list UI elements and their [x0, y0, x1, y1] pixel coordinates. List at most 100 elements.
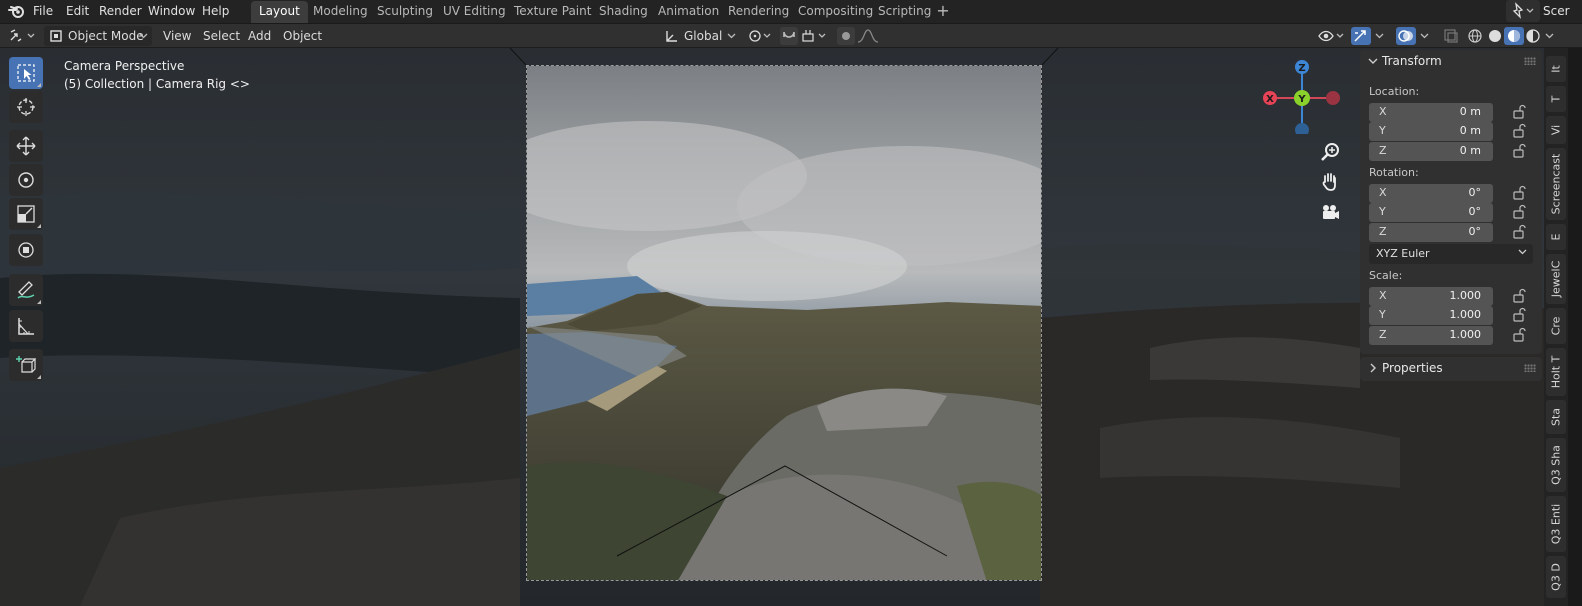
sidebar-tab-tool[interactable]: T — [1546, 86, 1566, 112]
axis-label: Z — [1379, 225, 1387, 238]
sidebar-tab-cre[interactable]: Cre — [1546, 308, 1566, 344]
sidebar-tab-q3-d[interactable]: Q3 D — [1546, 556, 1566, 598]
shading-material-button[interactable] — [1504, 27, 1524, 45]
rotation-y-field[interactable]: Y 0° — [1369, 203, 1493, 222]
sidebar-tab-view[interactable]: Vi — [1546, 116, 1566, 144]
menu-render[interactable]: Render — [93, 0, 148, 23]
proportional-editing-button[interactable] — [836, 26, 888, 46]
sidebar-tab-holt[interactable]: Holt T — [1546, 348, 1566, 396]
menu-edit[interactable]: Edit — [60, 0, 95, 23]
tab-animation[interactable]: Animation — [650, 1, 727, 23]
lock-location-y-icon[interactable] — [1511, 123, 1527, 139]
lock-scale-z-icon[interactable] — [1511, 327, 1527, 343]
tab-sculpting[interactable]: Sculpting — [369, 1, 441, 23]
lock-location-x-icon[interactable] — [1511, 104, 1527, 120]
tab-label: Q3 Enti — [1549, 503, 1563, 545]
tab-rendering[interactable]: Rendering — [720, 1, 797, 23]
navigation-gizmo[interactable]: X Z Y — [1258, 54, 1348, 134]
overlays-dropdown[interactable] — [1417, 27, 1433, 45]
lock-rotation-y-icon[interactable] — [1511, 204, 1527, 220]
tab-texture-paint[interactable]: Texture Paint — [506, 1, 599, 23]
zoom-button[interactable] — [1318, 140, 1342, 164]
lock-rotation-z-icon[interactable] — [1511, 224, 1527, 240]
transform-orientation-dropdown[interactable]: Global — [660, 26, 740, 46]
lock-scale-x-icon[interactable] — [1511, 288, 1527, 304]
pan-button[interactable] — [1318, 170, 1342, 194]
sidebar-tab-q3-sha[interactable]: Q3 Sha — [1546, 438, 1566, 492]
gizmo-neg-x[interactable] — [1326, 91, 1340, 105]
blender-logo-icon[interactable] — [8, 3, 25, 20]
annotate-tool[interactable] — [9, 274, 43, 306]
gizmo-dropdown[interactable] — [1372, 27, 1388, 45]
menu-view[interactable]: View — [157, 26, 197, 46]
camera-view-button[interactable] — [1318, 201, 1342, 225]
tab-layout[interactable]: Layout — [251, 1, 308, 23]
scene-selector-button[interactable] — [1506, 0, 1540, 22]
tab-scripting[interactable]: Scripting — [870, 1, 939, 23]
overlays-toggle[interactable] — [1396, 27, 1416, 45]
menu-file[interactable]: File — [27, 0, 59, 23]
menu-help[interactable]: Help — [196, 0, 235, 23]
location-x-field[interactable]: X 0 m — [1369, 103, 1493, 122]
move-tool[interactable] — [9, 130, 43, 162]
shading-solid-button[interactable] — [1485, 27, 1505, 45]
xray-toggle[interactable] — [1441, 27, 1461, 45]
lock-scale-y-icon[interactable] — [1511, 307, 1527, 323]
measure-tool[interactable] — [9, 310, 43, 342]
add-cube-icon — [16, 356, 36, 373]
menu-window[interactable]: Window — [142, 0, 201, 23]
lock-location-z-icon[interactable] — [1511, 143, 1527, 159]
sidebar-tab-e[interactable]: E — [1546, 224, 1566, 250]
scale-y-field[interactable]: Y 1.000 — [1369, 306, 1493, 325]
select-box-tool[interactable] — [9, 57, 43, 89]
editor-type-button[interactable] — [6, 26, 38, 46]
snapping-button[interactable] — [779, 26, 831, 46]
tab-shading[interactable]: Shading — [591, 1, 656, 23]
add-workspace-button[interactable]: + — [933, 1, 953, 23]
gizmo-neg-z[interactable] — [1295, 123, 1309, 134]
lock-rotation-x-icon[interactable] — [1511, 185, 1527, 201]
rotation-mode-dropdown[interactable]: XYZ Euler — [1369, 244, 1533, 264]
sidebar-tab-jewelc[interactable]: JewelC — [1546, 254, 1566, 304]
3d-viewport-icon — [10, 29, 35, 42]
cursor-tool[interactable] — [9, 91, 43, 123]
visibility-dropdown[interactable] — [1316, 27, 1346, 45]
sidebar-tab-q3-enti[interactable]: Q3 Enti — [1546, 496, 1566, 552]
shading-rendered-button[interactable] — [1523, 27, 1543, 45]
scale-z-field[interactable]: Z 1.000 — [1369, 326, 1493, 345]
properties-panel-header[interactable]: Properties — [1360, 357, 1542, 381]
eye-icon — [1318, 30, 1344, 42]
rotation-z-field[interactable]: Z 0° — [1369, 223, 1493, 242]
pivot-point-button[interactable] — [746, 26, 774, 46]
tab-uv-editing[interactable]: UV Editing — [435, 1, 514, 23]
menu-select[interactable]: Select — [197, 26, 246, 46]
scale-tool[interactable] — [9, 198, 43, 230]
sidebar-tab-screencast[interactable]: Screencast — [1546, 148, 1566, 220]
tab-label: E — [1549, 233, 1563, 241]
rotation-label: Rotation: — [1369, 166, 1419, 179]
shading-dropdown[interactable] — [1543, 27, 1557, 45]
shading-wireframe-button[interactable] — [1465, 27, 1485, 45]
tab-compositing[interactable]: Compositing — [790, 1, 881, 23]
rotation-x-field[interactable]: X 0° — [1369, 184, 1493, 203]
scene-name[interactable]: Scer — [1543, 0, 1570, 22]
rotate-tool[interactable] — [9, 164, 43, 196]
location-z-field[interactable]: Z 0 m — [1369, 142, 1493, 161]
drag-handle[interactable] — [1524, 364, 1536, 372]
menu-object[interactable]: Object — [277, 26, 328, 46]
mode-dropdown[interactable]: Object Mode — [44, 26, 152, 46]
sidebar-tab-sta[interactable]: Sta — [1546, 400, 1566, 434]
gizmo-toggle[interactable] — [1351, 27, 1371, 45]
axis-label: Y — [1379, 124, 1386, 137]
transform-panel-header[interactable]: Transform — [1360, 50, 1542, 74]
add-cube-tool[interactable] — [9, 349, 43, 381]
tab-modeling[interactable]: Modeling — [305, 1, 376, 23]
scale-x-field[interactable]: X 1.000 — [1369, 287, 1493, 306]
properties-panel[interactable]: Properties — [1360, 357, 1542, 381]
location-y-field[interactable]: Y 0 m — [1369, 122, 1493, 141]
transform-tool[interactable] — [9, 234, 43, 266]
sidebar-tab-item[interactable]: It — [1546, 56, 1566, 82]
3d-viewport[interactable]: Camera Perspective (5) Collection | Came… — [0, 48, 1544, 606]
drag-handle[interactable] — [1524, 57, 1536, 65]
menu-add[interactable]: Add — [242, 26, 277, 46]
